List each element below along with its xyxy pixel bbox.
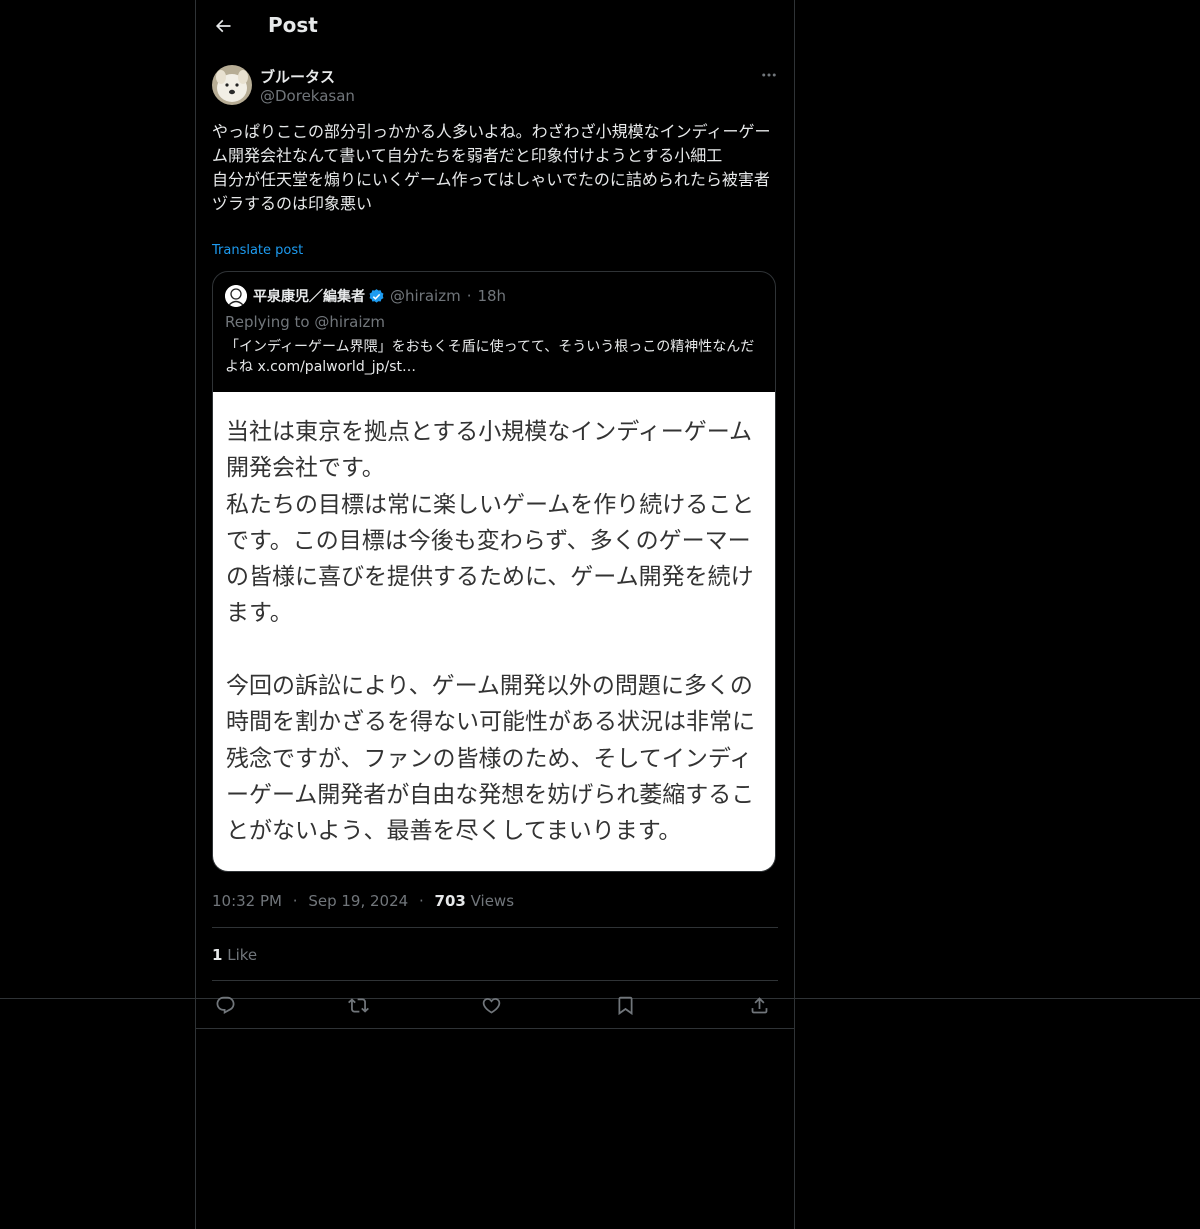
post-time[interactable]: 10:32 PM bbox=[212, 892, 282, 910]
header: Post bbox=[196, 0, 794, 54]
main-column: Post ブルータス @Dorekasan やっぱりここの部分引っかかる人多いよ… bbox=[195, 0, 795, 1229]
quoted-post[interactable]: 平泉康児／編集者 @hiraizm · 18h Replying to @hir… bbox=[212, 271, 776, 872]
share-icon bbox=[751, 996, 767, 1013]
replying-to: Replying to @hiraizm bbox=[225, 313, 386, 331]
arrow-left-icon bbox=[215, 19, 231, 33]
quote-text: 「インディーゲーム界隈」をおもくそ盾に使ってて、そういう根っこの精神性なんだよね… bbox=[225, 339, 755, 375]
verified-badge bbox=[368, 288, 385, 305]
translate-post-link[interactable]: Translate post bbox=[212, 243, 303, 258]
quote-avatar bbox=[225, 285, 247, 307]
heart-icon bbox=[482, 997, 500, 1014]
quote-header: 平泉康児／編集者 @hiraizm · 18h bbox=[225, 284, 506, 308]
likes-summary[interactable]: 1 Like bbox=[212, 946, 257, 964]
quote-author-name: 平泉康児／編集者 bbox=[253, 289, 365, 305]
author-name[interactable]: ブルータス bbox=[260, 66, 335, 87]
quote-image-text: 当社は東京を拠点とする小規模なインディーゲーム 開発会社です。 私たちの目標は常… bbox=[226, 419, 755, 845]
meta-separator: · bbox=[418, 892, 424, 910]
bookmark-icon bbox=[618, 996, 632, 1015]
post-text: やっぱりここの部分引っかかる人多いよね。わざわざ小規模なインディーゲーム開発会社… bbox=[212, 122, 771, 213]
reply-icon bbox=[216, 996, 234, 1014]
likes-label: Like bbox=[227, 946, 258, 964]
quote-author-handle: @hiraizm bbox=[390, 287, 461, 305]
post-meta: 10:32 PM · Sep 19, 2024 · 703 Views bbox=[212, 892, 514, 910]
meta-separator: · bbox=[292, 892, 298, 910]
page-title: Post bbox=[268, 13, 318, 37]
person-illustration-avatar-image bbox=[225, 285, 247, 307]
likes-count: 1 bbox=[212, 946, 223, 964]
like-button[interactable] bbox=[478, 992, 504, 1018]
action-bar bbox=[212, 992, 778, 1018]
more-options-button[interactable] bbox=[758, 66, 780, 84]
views-count: 703 bbox=[434, 892, 466, 910]
avatar[interactable] bbox=[212, 65, 252, 105]
retweet-icon bbox=[347, 997, 369, 1013]
retweet-button[interactable] bbox=[345, 992, 371, 1018]
reply-button[interactable] bbox=[212, 992, 238, 1018]
author-handle[interactable]: @Dorekasan bbox=[260, 87, 355, 105]
quote-image[interactable]: 当社は東京を拠点とする小規模なインディーゲーム 開発会社です。 私たちの目標は常… bbox=[213, 392, 775, 871]
verified-badge-icon bbox=[369, 288, 384, 303]
bookmark-button[interactable] bbox=[612, 992, 638, 1018]
quote-time: 18h bbox=[477, 287, 507, 305]
more-horizontal-icon bbox=[762, 73, 776, 77]
share-button[interactable] bbox=[746, 992, 772, 1018]
dog-avatar-image bbox=[212, 65, 252, 105]
divider bbox=[212, 980, 778, 981]
dot-separator: · bbox=[466, 287, 472, 305]
views-label: Views bbox=[470, 892, 515, 910]
back-button[interactable] bbox=[206, 9, 240, 43]
divider bbox=[212, 927, 778, 928]
post-date[interactable]: Sep 19, 2024 bbox=[308, 892, 408, 910]
divider bbox=[196, 1028, 794, 1029]
